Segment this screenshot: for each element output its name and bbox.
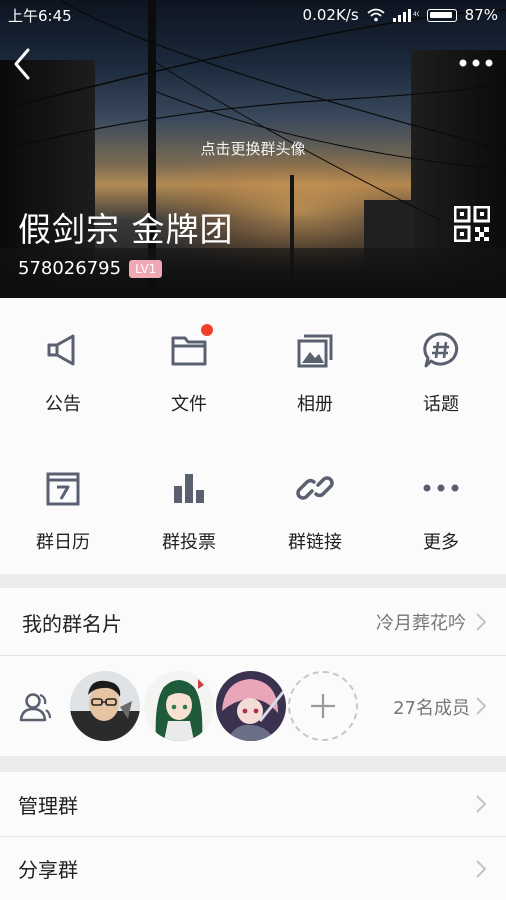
group-id-row: 578026795 LV1: [18, 258, 163, 279]
network-speed: 0.02K/s: [302, 6, 359, 24]
megaphone-icon: [47, 334, 75, 366]
chevron-right-icon: [476, 697, 487, 715]
member-avatar-1[interactable]: [70, 671, 140, 741]
chevron-right-icon: [476, 613, 487, 631]
more-dots-icon: [423, 484, 459, 492]
my-card-label: 我的群名片: [22, 611, 122, 636]
feature-link[interactable]: 群链接: [252, 436, 378, 556]
feature-grid: 公告 文件 相册 话题 群日历 群投票 群链接 更多: [0, 298, 506, 574]
member-count: 27名成员: [393, 698, 470, 719]
member-photo: [70, 671, 140, 741]
link-icon: [296, 476, 334, 500]
svg-text:4G: 4G: [413, 11, 419, 18]
feature-album[interactable]: 相册: [252, 298, 378, 418]
share-group-row[interactable]: 分享群: [0, 837, 506, 900]
feature-topic[interactable]: 话题: [378, 298, 504, 418]
feature-label: 公告: [45, 394, 81, 415]
share-group-label: 分享群: [18, 858, 78, 882]
section-divider: [0, 574, 506, 588]
feature-files[interactable]: 文件: [126, 298, 252, 418]
topic-chat-icon: [423, 332, 459, 368]
feature-announcement[interactable]: 公告: [0, 298, 126, 418]
add-member-button[interactable]: [288, 671, 358, 741]
qr-code-icon[interactable]: [454, 206, 490, 242]
battery-icon: [426, 8, 457, 22]
chevron-right-icon: [476, 859, 487, 878]
member-photo: [144, 671, 214, 741]
manage-group-row[interactable]: 管理群: [0, 772, 506, 836]
calendar-icon: [46, 472, 80, 506]
my-group-card-row[interactable]: 我的群名片 冷月葬花吟: [0, 588, 506, 656]
cellular-signal-icon: 4G: [392, 9, 419, 22]
photo-album-icon: [297, 334, 333, 368]
member-avatar-3[interactable]: [216, 671, 286, 741]
section-divider: [0, 756, 506, 772]
status-right: 0.02K/s 4G 87%: [303, 6, 498, 24]
member-photo: [216, 671, 286, 741]
manage-group-label: 管理群: [18, 793, 78, 818]
member-avatar-2[interactable]: [144, 671, 214, 741]
battery-percent: 87%: [464, 6, 498, 24]
feature-more[interactable]: 更多: [378, 436, 504, 556]
feature-vote[interactable]: 群投票: [126, 436, 252, 556]
new-file-badge: [201, 324, 213, 336]
wifi-icon: [367, 8, 385, 22]
status-bar: 上午6:45 0.02K/s 4G 87%: [0, 0, 506, 30]
chevron-right-icon: [476, 795, 487, 813]
change-avatar-hint[interactable]: 点击更换群头像: [0, 138, 506, 159]
feature-label: 群日历: [36, 532, 90, 553]
my-card-value: 冷月葬花吟: [376, 613, 466, 634]
feature-label: 话题: [423, 394, 459, 415]
bar-chart-icon: [174, 474, 204, 503]
status-time: 上午6:45: [8, 6, 72, 25]
folder-icon-wrap: [169, 324, 213, 370]
level-badge: LV1: [129, 259, 163, 278]
more-options-icon[interactable]: [458, 52, 494, 74]
members-icon: [19, 693, 52, 722]
feature-label: 相册: [297, 394, 333, 415]
feature-label: 更多: [423, 532, 459, 553]
group-name: 假剑宗 金牌团: [18, 210, 234, 249]
plus-icon: [311, 694, 335, 718]
feature-label: 群链接: [288, 532, 342, 553]
group-id: 578026795: [18, 258, 122, 279]
folder-icon: [171, 336, 207, 366]
feature-calendar[interactable]: 群日历: [0, 436, 126, 556]
back-arrow-icon[interactable]: [8, 44, 38, 84]
feature-label: 文件: [171, 394, 207, 415]
feature-label: 群投票: [162, 532, 216, 553]
